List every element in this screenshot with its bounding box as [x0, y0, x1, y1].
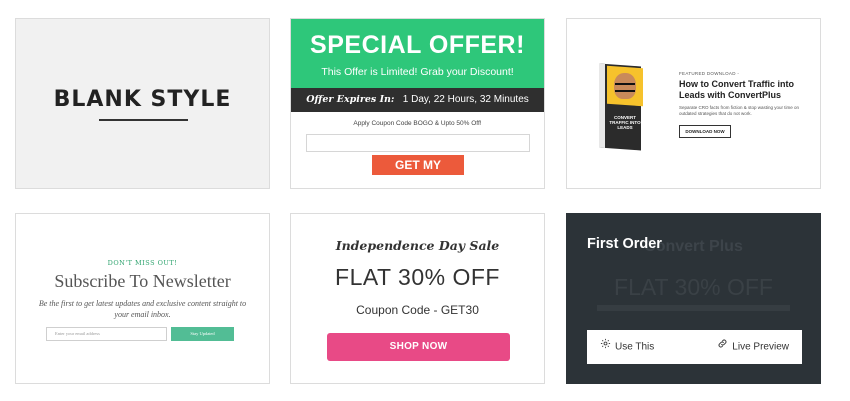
newsletter-email-input: Enter your email address: [46, 327, 167, 341]
sale-coupon: Coupon Code - GET30: [356, 303, 479, 317]
title-underline: [99, 119, 188, 121]
offer-expires-label: Offer Expires In:: [306, 94, 395, 105]
featured-title: How to Convert Traffic into Leads with C…: [679, 79, 795, 100]
use-this-button[interactable]: Use This: [600, 330, 654, 364]
sale-headline: FLAT 30% OFF: [335, 264, 500, 290]
live-preview-button[interactable]: Live Preview: [717, 330, 789, 364]
shop-now-button: SHOP NOW: [327, 333, 510, 361]
newsletter-kicker: DON'T MISS OUT!: [107, 259, 178, 267]
ghost-headline: FLAT 30% OFF: [614, 274, 773, 300]
offer-apply-text: Apply Coupon Code BOGO & Upto 50% Off!: [353, 120, 482, 127]
use-this-label: Use This: [615, 341, 655, 353]
character-face-icon: [614, 73, 636, 99]
blank-style-title: BLANK STYLE: [53, 87, 232, 112]
template-card-independence-day[interactable]: Independence Day Sale FLAT 30% OFF Coupo…: [290, 213, 545, 384]
template-grid: BLANK STYLE SPECIAL OFFER! This Offer is…: [0, 0, 850, 401]
newsletter-title: Subscribe To Newsletter: [54, 271, 231, 291]
newsletter-description: Be the first to get latest updates and e…: [38, 299, 247, 319]
template-card-newsletter[interactable]: DON'T MISS OUT! Subscribe To Newsletter …: [15, 213, 270, 384]
offer-expires-value: 1 Day, 22 Hours, 32 Minutes: [402, 94, 529, 105]
template-card-blank[interactable]: BLANK STYLE: [15, 18, 270, 189]
newsletter-button: Stay Updated: [171, 327, 234, 341]
template-actions-panel: Use This Live Preview: [587, 330, 802, 364]
featured-description: Separate CRO facts from fiction & stop w…: [679, 105, 800, 116]
offer-subtitle: This Offer is Limited! Grab your Discoun…: [321, 66, 514, 78]
template-name: First Order: [587, 236, 662, 252]
offer-title: SPECIAL OFFER!: [310, 31, 525, 59]
template-card-first-order[interactable]: Convert Plus FLAT 30% OFF First Order Us…: [566, 213, 821, 384]
live-preview-label: Live Preview: [732, 341, 789, 353]
template-card-special-offer[interactable]: SPECIAL OFFER! This Offer is Limited! Gr…: [290, 18, 545, 189]
offer-countdown-bar: Offer Expires In: 1 Day, 22 Hours, 32 Mi…: [291, 88, 544, 112]
link-icon: [717, 330, 728, 364]
sale-script-title: Independence Day Sale: [335, 238, 500, 253]
ghost-subtext: [597, 305, 790, 311]
template-card-featured-download[interactable]: CONVERT TRAFFIC INTO LEADS FEATURED DOWN…: [566, 18, 821, 189]
offer-button: GET MY OFFER!: [372, 155, 464, 188]
ebook-box-label: CONVERT TRAFFIC INTO LEADS: [609, 115, 641, 130]
offer-email-input: [306, 134, 530, 152]
download-button: DOWNLOAD NOW: [679, 125, 731, 138]
gear-icon: [600, 330, 611, 364]
featured-kicker: FEATURED DOWNLOAD -: [679, 71, 740, 76]
